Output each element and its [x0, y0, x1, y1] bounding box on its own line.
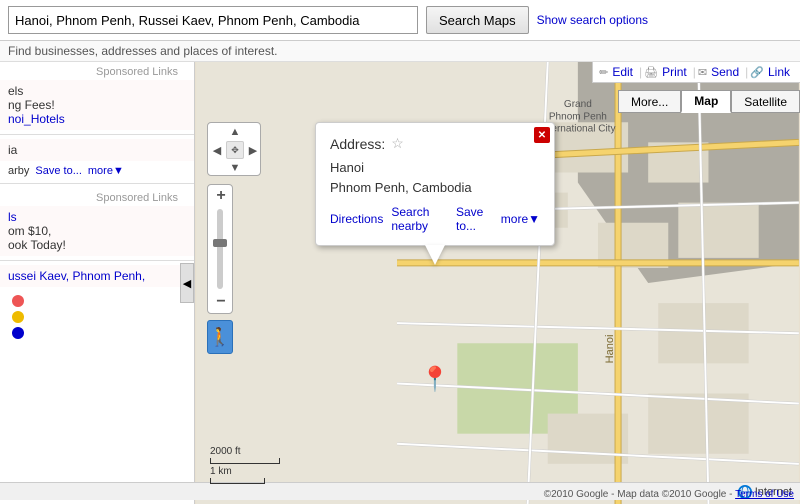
map-container[interactable]: Hanoi Grand Phnom Penh International Cit…: [195, 62, 800, 504]
ad2-more-link[interactable]: more▼: [88, 165, 124, 177]
info-bubble-close-button[interactable]: ✕: [534, 127, 550, 143]
edit-icon: ✏: [599, 66, 608, 79]
map-copyright: ©2010 Google - Map data ©2010 Google - T…: [544, 489, 794, 500]
nav-left-button[interactable]: ◀: [208, 141, 226, 159]
nav-center-button[interactable]: ✥: [226, 141, 244, 159]
ad3-line1: om $10,: [8, 224, 186, 238]
ad2-save-link[interactable]: Save to...: [35, 165, 81, 177]
dot-red: [12, 295, 24, 307]
top-bar: Search Maps Show search options: [0, 0, 800, 41]
pegman-button[interactable]: 🚶: [207, 320, 233, 354]
svg-text:Grand: Grand: [564, 99, 592, 110]
terms-link[interactable]: Terms of Use: [735, 489, 794, 500]
scale-bar-km: [210, 478, 265, 484]
collapse-button[interactable]: ◀: [180, 263, 194, 303]
sidebar-ad-1: els ng Fees! noi_Hotels: [0, 80, 194, 130]
zoom-in-button[interactable]: +: [208, 185, 234, 207]
copyright-text: ©2010 Google - Map data ©2010 Google -: [544, 489, 733, 500]
save-to-link[interactable]: Save to...: [456, 205, 493, 233]
address-line1: Hanoi: [330, 158, 540, 178]
link-icon: 🔗: [750, 66, 764, 79]
edit-link[interactable]: Edit: [612, 65, 633, 79]
ad3-line2: ook Today!: [8, 238, 186, 252]
dot-blue: [12, 327, 24, 339]
sidebar-ad-3: ls om $10, ook Today!: [0, 206, 194, 256]
zoom-slider[interactable]: [217, 209, 223, 289]
result-link[interactable]: ussei Kaev, Phnom Penh,: [8, 269, 145, 283]
sponsored-label-2: Sponsored Links: [0, 188, 194, 206]
sep1: |: [639, 65, 642, 79]
sep3: |: [745, 65, 748, 79]
dot-yellow: [12, 311, 24, 323]
link-link[interactable]: Link: [768, 65, 790, 79]
satellite-button[interactable]: Satellite: [731, 90, 800, 113]
ad1-line1: ng Fees!: [8, 98, 186, 112]
zoom-handle: [213, 239, 227, 247]
map-toolbar: ✏ Edit | 🖨 Print | ✉ Send | 🔗 Link: [592, 62, 800, 83]
ad1-link[interactable]: noi_Hotels: [8, 112, 65, 126]
nav-down-button[interactable]: ▼: [226, 159, 244, 177]
more-button[interactable]: More...: [618, 90, 681, 113]
svg-text:Phnom Penh: Phnom Penh: [549, 111, 607, 122]
print-link[interactable]: Print: [662, 65, 687, 79]
scale-ft-label: 2000 ft: [210, 446, 280, 457]
sponsored-label-1: Sponsored Links: [0, 62, 194, 80]
directions-link[interactable]: Directions: [330, 212, 383, 226]
sidebar: ◀ Sponsored Links els ng Fees! noi_Hotel…: [0, 62, 195, 504]
search-input[interactable]: [8, 6, 418, 34]
map-controls: ▲ ◀ ✥ ▶ ▼ + − 🚶: [207, 122, 261, 354]
sidebar-result: ussei Kaev, Phnom Penh,: [0, 265, 194, 287]
zoom-out-button[interactable]: −: [208, 291, 234, 313]
scale-km-label: 1 km: [210, 466, 280, 477]
star-icon[interactable]: ☆: [391, 135, 404, 152]
bubble-tail: [425, 245, 445, 265]
ad3-title[interactable]: ls: [8, 210, 17, 224]
nav-right-button[interactable]: ▶: [244, 141, 262, 159]
nav-control: ▲ ◀ ✥ ▶ ▼: [207, 122, 261, 176]
address-line2: Phnom Penh, Cambodia: [330, 178, 540, 198]
show-search-options[interactable]: Show search options: [537, 13, 648, 27]
map-button[interactable]: Map: [681, 90, 731, 113]
search-button[interactable]: Search Maps: [426, 6, 529, 34]
map-view-buttons: More... Map Satellite: [618, 90, 800, 113]
sidebar-ad2-actions: arby Save to... more▼: [0, 163, 194, 179]
ad2-nearby: arby: [8, 165, 29, 177]
bubble-address: Hanoi Phnom Penh, Cambodia: [330, 158, 540, 197]
nav-up-button[interactable]: ▲: [226, 123, 244, 141]
main: ◀ Sponsored Links els ng Fees! noi_Hotel…: [0, 62, 800, 504]
map-scale: 2000 ft 1 km: [210, 446, 280, 484]
dots-container: [0, 289, 194, 345]
send-link[interactable]: Send: [711, 65, 739, 79]
subbar: Find businesses, addresses and places of…: [0, 41, 800, 62]
svg-text:Hanoi: Hanoi: [604, 334, 616, 363]
map-pin[interactable]: 📍: [420, 365, 450, 394]
search-nearby-link[interactable]: Search nearby: [391, 205, 448, 233]
bubble-actions: Directions Search nearby Save to... more…: [330, 205, 540, 233]
bubble-title-text: Address:: [330, 136, 385, 152]
info-bubble: ✕ Address: ☆ Hanoi Phnom Penh, Cambodia …: [315, 122, 555, 246]
ad2-prefix: ia: [8, 143, 186, 157]
more-link[interactable]: more▼: [501, 212, 540, 226]
pegman-icon: 🚶: [209, 327, 231, 348]
send-icon: ✉: [698, 66, 707, 79]
ad1-title: els: [8, 84, 186, 98]
print-icon: 🖨: [644, 66, 658, 79]
bubble-title: Address: ☆: [330, 135, 540, 152]
scale-bar-ft: [210, 458, 280, 464]
sep2: |: [693, 65, 696, 79]
sidebar-ad-2: ia: [0, 139, 194, 161]
